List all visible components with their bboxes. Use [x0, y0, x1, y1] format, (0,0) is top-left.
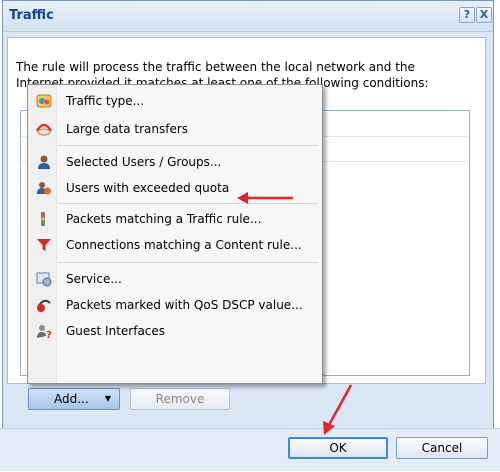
ok-button[interactable]: OK: [288, 437, 388, 459]
add-condition-menu: Traffic type... Large data transfers Sel…: [27, 84, 323, 384]
user-icon: [38, 155, 50, 169]
menu-item-selected-users[interactable]: Selected Users / Groups...: [30, 151, 318, 173]
dialog-title: Traffic: [9, 8, 54, 23]
menu-item-label: Service...: [66, 272, 122, 286]
traffic-rule-icon: [41, 212, 45, 226]
service-icon: [36, 272, 52, 287]
menu-item-label: Large data transfers: [66, 122, 189, 136]
qos-dscp-icon: [37, 299, 51, 312]
title-bar: Traffic ? X: [3, 1, 493, 32]
menu-item-guest-interfaces[interactable]: ? Guest Interfaces: [30, 320, 318, 342]
cancel-button[interactable]: Cancel: [396, 437, 488, 459]
close-button[interactable]: X: [476, 7, 492, 23]
menu-item-label: Users with exceeded quota: [66, 181, 230, 195]
annotation-arrow-icon: [237, 192, 293, 204]
large-data-icon: [36, 123, 52, 136]
traffic-type-icon: [36, 94, 52, 108]
add-button[interactable]: Add... ▼: [28, 388, 120, 410]
menu-item-label: Packets matching a Traffic rule...: [66, 212, 262, 226]
menu-item-packets-traffic-rule[interactable]: Packets matching a Traffic rule...: [30, 208, 318, 230]
menu-item-label: Traffic type...: [66, 94, 145, 108]
menu-separator: [58, 145, 318, 146]
menu-item-label: Connections matching a Content rule...: [66, 238, 302, 252]
menu-item-connections-content-rule[interactable]: Connections matching a Content rule...: [30, 234, 318, 256]
menu-item-traffic-type[interactable]: Traffic type...: [30, 90, 318, 112]
menu-item-qos-dscp[interactable]: Packets marked with QoS DSCP value...: [30, 294, 318, 316]
menu-item-label: Packets marked with QoS DSCP value...: [66, 298, 303, 312]
menu-separator: [58, 262, 318, 263]
menu-item-large-data[interactable]: Large data transfers: [30, 118, 318, 140]
dropdown-arrow-icon: ▼: [104, 394, 111, 403]
add-button-label: Add...: [54, 392, 89, 406]
menu-item-label: Guest Interfaces: [66, 324, 166, 338]
users-quota-icon: [37, 182, 51, 195]
svg-text:?: ?: [46, 330, 52, 339]
menu-item-service[interactable]: Service...: [30, 268, 318, 290]
help-button[interactable]: ?: [459, 7, 475, 23]
remove-button[interactable]: Remove: [130, 388, 230, 410]
guest-interfaces-icon: ?: [37, 325, 52, 339]
annotation-arrow-icon: [323, 384, 353, 435]
filter-icon: [37, 239, 51, 251]
menu-item-label: Selected Users / Groups...: [66, 155, 222, 169]
